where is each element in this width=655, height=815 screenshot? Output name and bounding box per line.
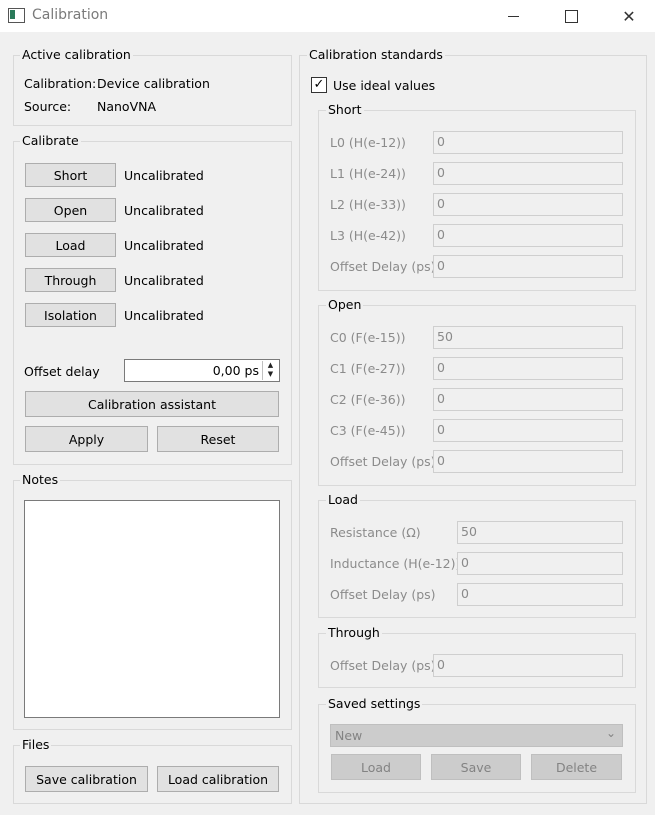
open-offset-input[interactable]: 0 [433, 450, 623, 473]
load-standard-title: Load [326, 492, 360, 507]
reset-button[interactable]: Reset [157, 426, 279, 452]
calibration-label: Calibration: [24, 76, 97, 91]
short-button[interactable]: Short [25, 163, 116, 187]
use-ideal-checkbox[interactable]: ✓ [311, 77, 327, 93]
open-c2-label: C2 (F(e-36)) [330, 392, 406, 407]
load-status: Uncalibrated [124, 238, 204, 253]
through-button[interactable]: Through [25, 268, 116, 292]
calibration-assistant-button[interactable]: Calibration assistant [25, 391, 279, 417]
save-calibration-button[interactable]: Save calibration [25, 766, 148, 792]
open-c3-input[interactable]: 0 [433, 419, 623, 442]
open-standard-title: Open [326, 297, 364, 312]
short-status: Uncalibrated [124, 168, 204, 183]
load-calibration-button[interactable]: Load calibration [157, 766, 279, 792]
isolation-status: Uncalibrated [124, 308, 204, 323]
offset-delay-spinbox[interactable]: 0,00 ps ▲ ▼ [124, 359, 280, 382]
short-l1-input[interactable]: 0 [433, 162, 623, 185]
minimize-button[interactable] [484, 0, 542, 32]
saved-load-button[interactable]: Load [331, 754, 421, 780]
saved-settings-title: Saved settings [326, 696, 423, 711]
load-inductance-input[interactable]: 0 [457, 552, 623, 575]
through-offset-label: Offset Delay (ps) [330, 658, 436, 673]
active-calibration-title: Active calibration [20, 47, 133, 62]
short-offset-input[interactable]: 0 [433, 255, 623, 278]
maximize-icon [564, 9, 578, 23]
load-resistance-input[interactable]: 50 [457, 521, 623, 544]
open-c0-label: C0 (F(e-15)) [330, 330, 406, 345]
close-button[interactable]: ✕ [600, 0, 655, 32]
offset-delay-value: 0,00 ps [212, 363, 259, 378]
saved-settings-selected: New [335, 728, 363, 743]
short-l0-input[interactable]: 0 [433, 131, 623, 154]
saved-settings-dropdown[interactable]: New ⌄ [330, 724, 623, 747]
spin-down-icon[interactable]: ▼ [263, 370, 278, 379]
checkmark-icon: ✓ [313, 77, 325, 92]
chevron-down-icon: ⌄ [605, 726, 616, 740]
load-offset-input[interactable]: 0 [457, 583, 623, 606]
open-c3-label: C3 (F(e-45)) [330, 423, 406, 438]
open-c0-input[interactable]: 50 [433, 326, 623, 349]
open-status: Uncalibrated [124, 203, 204, 218]
through-status: Uncalibrated [124, 273, 204, 288]
load-resistance-label: Resistance (Ω) [330, 525, 421, 540]
offset-delay-label: Offset delay [24, 364, 100, 379]
calibration-standards-title: Calibration standards [307, 47, 445, 62]
spin-buttons[interactable]: ▲ ▼ [262, 361, 278, 380]
load-offset-label: Offset Delay (ps) [330, 587, 436, 602]
short-l2-label: L2 (H(e-33)) [330, 197, 406, 212]
window-title: Calibration [32, 7, 109, 23]
title-bar: Calibration ✕ [0, 0, 655, 32]
open-c2-input[interactable]: 0 [433, 388, 623, 411]
calibration-value: Device calibration [97, 76, 210, 91]
short-l3-input[interactable]: 0 [433, 224, 623, 247]
saved-save-button[interactable]: Save [431, 754, 521, 780]
source-label: Source: [24, 99, 72, 114]
spin-up-icon[interactable]: ▲ [263, 361, 278, 370]
short-offset-label: Offset Delay (ps) [330, 259, 436, 274]
maximize-button[interactable] [542, 0, 600, 32]
notes-textarea[interactable] [24, 500, 280, 718]
apply-button[interactable]: Apply [25, 426, 148, 452]
app-icon [8, 8, 25, 23]
files-title: Files [20, 737, 52, 752]
open-c1-input[interactable]: 0 [433, 357, 623, 380]
open-c1-label: C1 (F(e-27)) [330, 361, 406, 376]
short-l3-label: L3 (H(e-42)) [330, 228, 406, 243]
short-l2-input[interactable]: 0 [433, 193, 623, 216]
close-icon: ✕ [622, 6, 636, 26]
short-standard-title: Short [326, 102, 364, 117]
through-offset-input[interactable]: 0 [433, 654, 623, 677]
open-offset-label: Offset Delay (ps) [330, 454, 436, 469]
short-l1-label: L1 (H(e-24)) [330, 166, 406, 181]
load-button[interactable]: Load [25, 233, 116, 257]
isolation-button[interactable]: Isolation [25, 303, 116, 327]
use-ideal-label: Use ideal values [333, 78, 436, 93]
calibrate-title: Calibrate [20, 133, 81, 148]
through-standard-title: Through [326, 625, 382, 640]
notes-title: Notes [20, 472, 61, 487]
saved-delete-button[interactable]: Delete [531, 754, 622, 780]
load-inductance-label: Inductance (H(e-12)) [330, 556, 461, 571]
open-button[interactable]: Open [25, 198, 116, 222]
minimize-icon [507, 15, 519, 17]
short-l0-label: L0 (H(e-12)) [330, 135, 406, 150]
source-value: NanoVNA [97, 99, 157, 114]
